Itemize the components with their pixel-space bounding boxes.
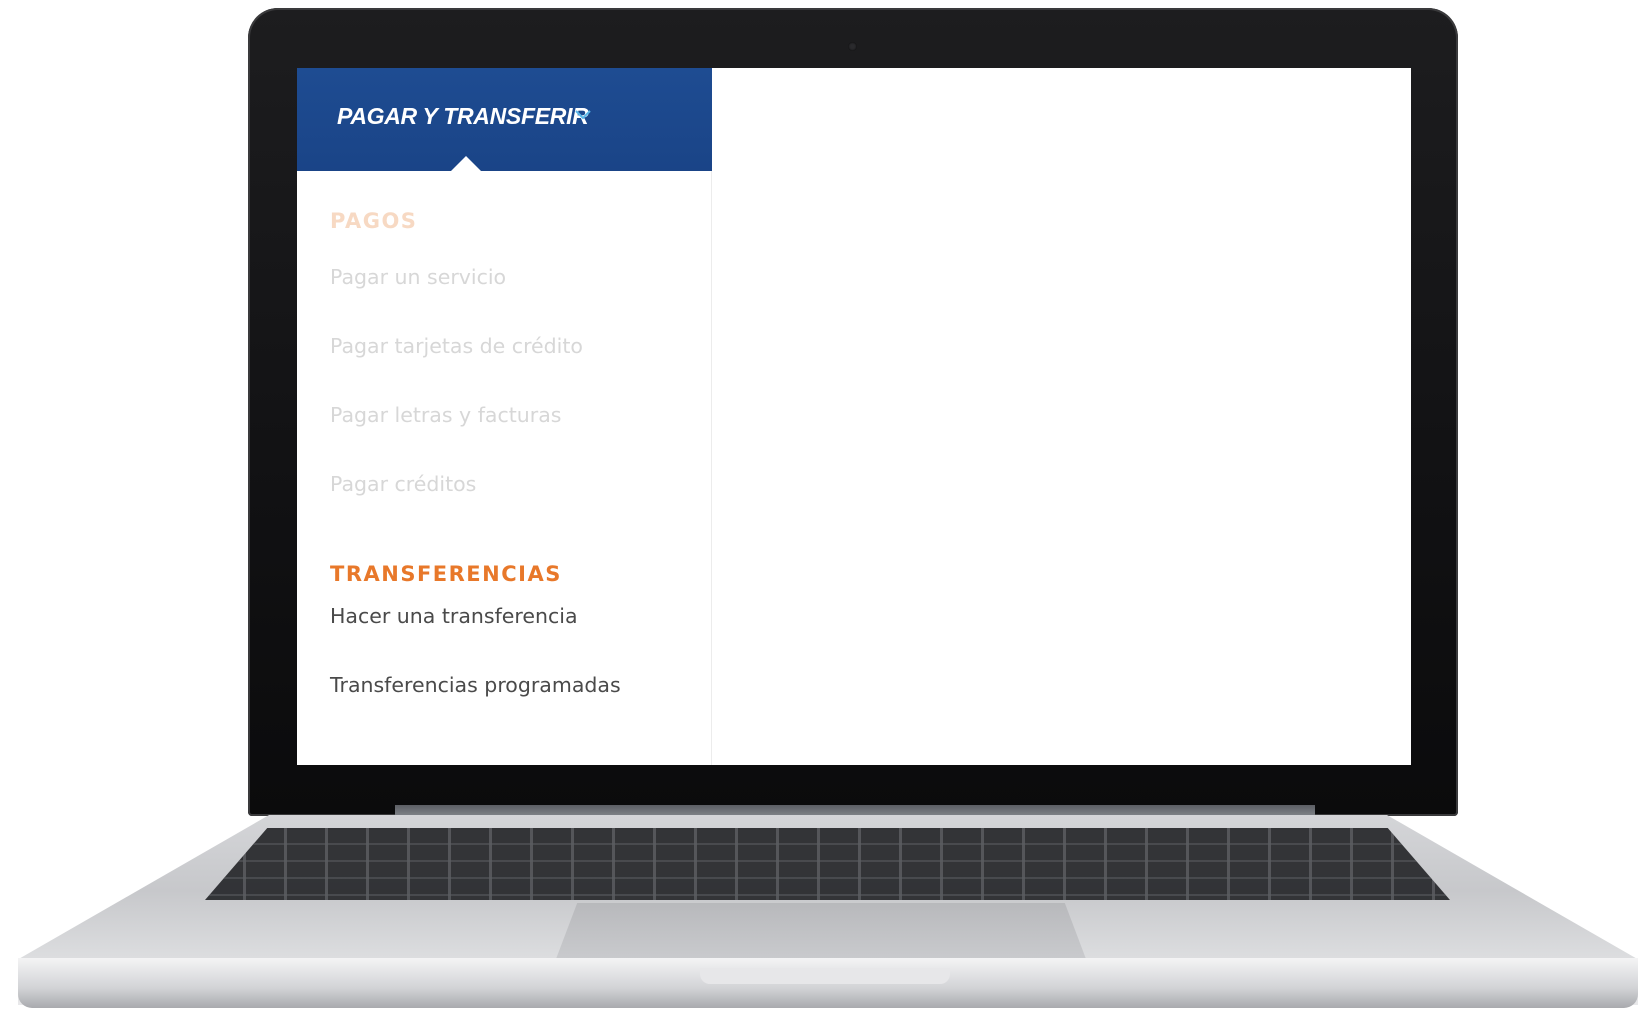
chevron-down-icon[interactable] (574, 106, 592, 124)
menu-header-title[interactable]: PAGAR Y TRANSFERIR (337, 103, 589, 130)
menu-item-pagar-letras[interactable]: Pagar letras y facturas (330, 403, 561, 427)
menu-item-pagar-tarjetas[interactable]: Pagar tarjetas de crédito (330, 334, 583, 358)
section-title-pagos: PAGOS (330, 209, 418, 233)
webcam (848, 42, 857, 51)
sidebar-menu: PAGAR Y TRANSFERIR PAGOS Pagar un servic… (297, 68, 712, 765)
laptop-notch (700, 968, 950, 984)
menu-header[interactable]: PAGAR Y TRANSFERIR (297, 68, 712, 171)
menu-item-transferencias-programadas[interactable]: Transferencias programadas (330, 673, 621, 697)
keyboard-rows (205, 828, 1450, 900)
menu-item-pagar-servicio[interactable]: Pagar un servicio (330, 265, 506, 289)
menu-item-pagar-creditos[interactable]: Pagar créditos (330, 472, 476, 496)
menu-pointer-caret (451, 156, 481, 171)
section-title-transferencias: TRANSFERENCIAS (330, 562, 562, 586)
main-content-area (713, 68, 1411, 765)
trackpad (556, 903, 1086, 959)
laptop-screen: PAGAR Y TRANSFERIR PAGOS Pagar un servic… (297, 68, 1411, 765)
menu-item-hacer-transferencia[interactable]: Hacer una transferencia (330, 604, 578, 628)
